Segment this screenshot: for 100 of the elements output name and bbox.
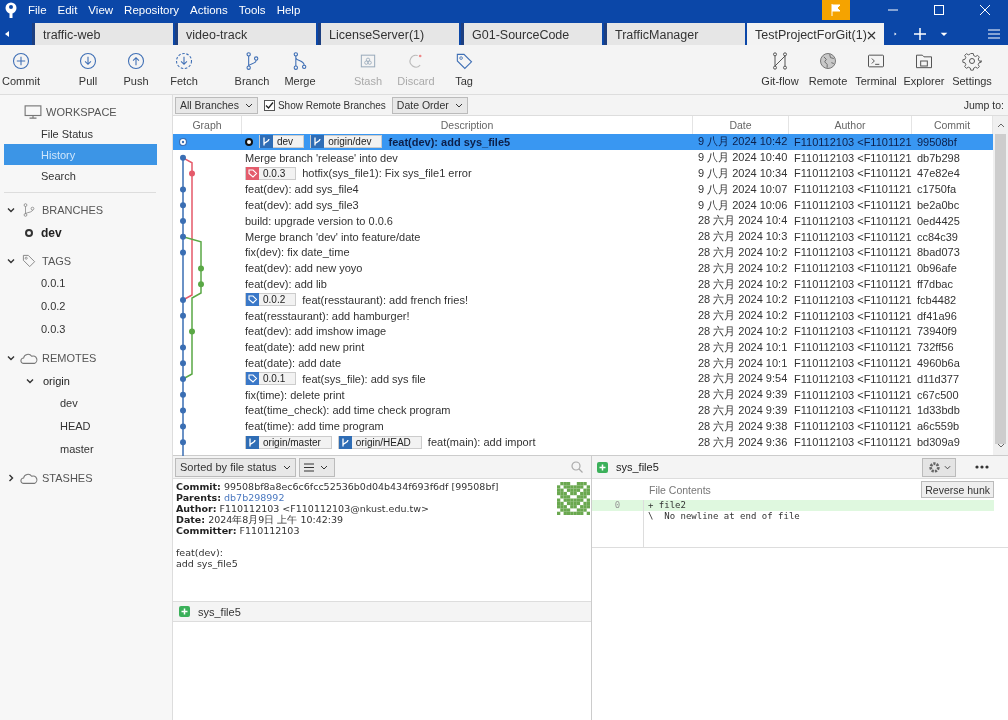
commit-row[interactable]: feat(resstaurant): add hamburger! 28 六月 2024 10:2 F110112103 <F1101121 df41a96 [173,307,993,324]
repo-tab[interactable]: G01-SourceCode [461,23,602,45]
commit-node[interactable] [180,218,186,224]
remote-branch-item[interactable]: dev [0,392,172,415]
commit-node[interactable] [198,265,204,272]
toolbar-button[interactable]: Branch [228,45,276,94]
checkbox[interactable] [263,99,275,111]
scrollbar[interactable] [993,116,1008,455]
scroll-down-icon[interactable] [996,443,1005,449]
toolbar-button[interactable]: Terminal [852,45,900,94]
repo-tab[interactable]: TestProjectForGit(1) [747,23,884,45]
commit-row[interactable]: fix(dev): fix date_time 28 六月 2024 10:2 F110112103 <F1101121 8bad073 [173,244,993,261]
menu-item[interactable]: View [88,4,114,16]
menu-item[interactable]: Tools [238,4,266,16]
commit-row[interactable]: 0.0.3 hotfix(sys_file1): Fix sys_file1 error 9 八月 2024 10:34 F110112103 <F1101121 47e82e4 [173,165,993,182]
commit-node[interactable] [180,233,186,240]
commit-node[interactable] [180,439,186,446]
commit-row[interactable]: feat(dev): add lib 28 六月 2024 10:2 F110112103 <F1101121 ff7dbac [173,276,993,292]
chevron-down-icon[interactable] [6,353,16,363]
branch-label[interactable]: origin/master [245,435,332,449]
section-header[interactable]: WORKSPACE [46,106,117,118]
tag-item[interactable]: 0.0.3 [0,318,172,341]
menu-item[interactable]: Actions [190,4,228,16]
toolbar-button[interactable]: Merge [276,45,324,94]
commit-node[interactable] [180,391,186,398]
branch-label[interactable]: origin/dev [310,135,383,149]
toolbar-button[interactable]: Explorer [900,45,948,94]
commit-row[interactable]: feat(date): add date 28 六月 2024 10:1 F110112103 <F1101121 4960b6a [173,355,993,371]
settings-dropdown[interactable] [922,457,956,477]
repo-tab[interactable]: TrafficManager [604,23,745,45]
chevron-down-icon[interactable] [6,256,16,266]
commit-node[interactable] [180,154,186,161]
commit-row[interactable]: feat(dev): add new yoyo 28 六月 2024 10:2 F110112103 <F1101121 0b96afe [173,260,993,277]
section-header[interactable]: TAGS [42,255,72,267]
toolbar-button[interactable]: Pull [64,45,112,94]
commit-row[interactable]: 0.0.2 feat(resstaurant): add french fries! 28 六月 2024 10:2 F110112103 <F1101121 fcb4482 [173,291,993,308]
close-icon[interactable] [867,30,876,40]
commit-row[interactable]: build: upgrade version to 0.0.6 28 六月 2024 10:4 F110112103 <F1101121 0ed4425 [173,213,993,229]
commit-row[interactable]: feat(time): add time program 28 六月 2024 9:38 F110112103 <F1101121 a6c559b [173,418,993,435]
order-dropdown[interactable]: Date Order [391,96,468,114]
toolbar-button[interactable]: Push [112,45,160,94]
tag-label[interactable]: 0.0.3 [245,167,297,180]
commit-row[interactable]: Merge branch 'dev' into feature/date 28 六月 2024 10:3 F110112103 <F1101121 cc84c39 [173,228,993,245]
section-header[interactable]: REMOTES [42,352,97,364]
commit-row[interactable]: feat(date): add new print 28 六月 2024 10:1 F110112103 <F1101121 732ff56 [173,339,993,356]
tag-label[interactable]: 0.0.1 [245,372,297,386]
branch-label[interactable]: origin/HEAD [337,435,422,449]
commit-node[interactable] [180,407,186,414]
commit-node[interactable] [180,423,186,430]
repo-tab[interactable]: video-track [175,23,316,45]
commit-node[interactable] [189,170,195,177]
toolbar-button[interactable]: Git-flow [756,45,804,94]
commit-row[interactable]: feat(dev): add sys_file4 9 八月 2024 10:07 F110112103 <F1101121 c1750fa [173,181,993,198]
commit-node[interactable] [198,281,204,288]
chevron-right-icon[interactable] [6,473,16,483]
sidebar-item[interactable]: File Status [4,123,157,144]
commit-row[interactable]: fix(time): delete print 28 六月 2024 9:39 F110112103 <F1101121 c67c500 [173,386,993,403]
remote-branch-item[interactable]: HEAD [0,415,172,438]
tag-label[interactable]: 0.0.2 [245,293,297,307]
branch-item[interactable]: dev [41,225,62,240]
toolbar-button[interactable]: Remote [804,45,852,94]
checkbox-label[interactable]: Show Remote Branches [277,99,386,111]
commit-row[interactable]: 0.0.1 feat(sys_file): add sys file 28 六月 2024 9:54 F110112103 <F1101121 d11d377 [173,370,993,387]
branch-filter-dropdown[interactable]: All Branches [175,96,258,114]
toolbar-button[interactable]: Tag [440,45,488,94]
toolbar-button[interactable]: Fetch [160,45,208,94]
plus-icon[interactable] [914,28,926,40]
branch-label[interactable]: dev [259,135,305,149]
menu-item[interactable]: File [28,4,47,16]
toolbar-button[interactable]: Commit [0,45,42,94]
menu-item[interactable]: Help [276,4,301,16]
commit-node[interactable] [180,249,186,256]
commit-row[interactable]: Merge branch 'release' into dev 9 八月 2024 10:40 F110112103 <F1101121 db7b298 [173,149,993,166]
toolbar-button[interactable]: Settings [948,45,996,94]
tag-item[interactable]: 0.0.1 [0,272,172,295]
commit-node[interactable] [180,186,186,193]
tag-item[interactable]: 0.0.2 [0,295,172,318]
commit-row[interactable]: feat(dev): add sys_file3 9 八月 2024 10:06 F110112103 <F1101121 be2a0bc [173,197,993,213]
scroll-up-icon[interactable] [996,122,1005,128]
section-header[interactable]: BRANCHES [42,204,104,216]
menu-item[interactable]: Repository [124,4,180,16]
menu-item[interactable]: Edit [57,4,78,16]
chevron-down-icon[interactable] [6,205,16,215]
repo-tab[interactable]: LicenseServer(1) [318,23,459,45]
file-row[interactable]: sys_file5 [173,601,591,622]
commit-node[interactable] [180,202,186,209]
remote-item[interactable]: origin [43,374,70,387]
view-mode-dropdown[interactable] [298,457,335,477]
more-icon[interactable] [974,464,990,470]
repo-tab[interactable]: traffic-web [32,23,173,45]
sort-dropdown[interactable]: Sorted by file status [175,457,296,477]
remote-branch-item[interactable]: master [0,438,172,461]
commit-node[interactable] [189,328,195,335]
reverse-hunk-button[interactable]: Reverse hunk [921,481,994,498]
commit-node[interactable] [180,312,186,319]
commit-node[interactable] [180,297,186,303]
commit-node[interactable] [180,344,186,351]
commit-row[interactable]: dev origin/dev feat(dev): add sys_file5 9 八月 2024 10:42 F110112103 <F1101121 99508bf [173,134,993,150]
commit-node[interactable] [180,376,186,382]
commit-row[interactable]: feat(time_check): add time check program 28 六月 2024 9:39 F110112103 <F1101121 1d33bdb [173,402,993,419]
